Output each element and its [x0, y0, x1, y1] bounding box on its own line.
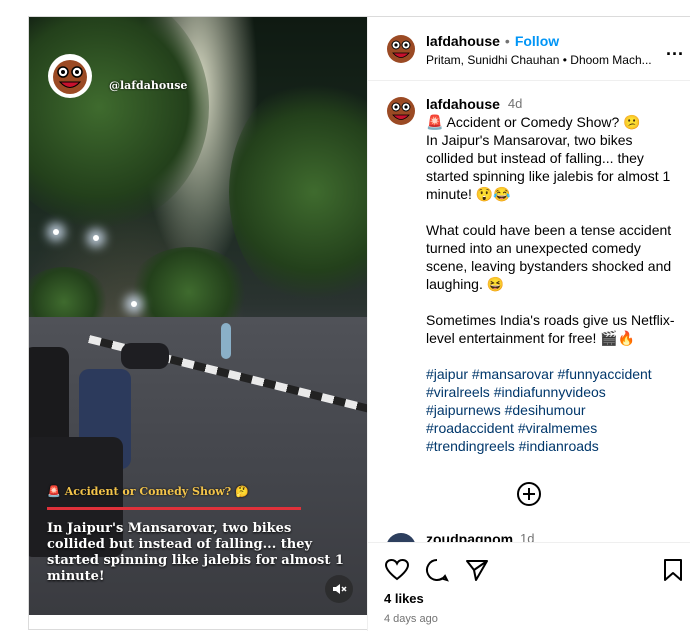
hashtag-link[interactable]: #indiafunnyvideos	[494, 384, 606, 400]
post-container: @lafdahouse 🚨 Accident or Comedy Show? 🤔…	[28, 16, 690, 631]
comment-icon[interactable]	[424, 557, 450, 583]
follow-button[interactable]: Follow	[515, 33, 559, 49]
hashtag-link[interactable]: #desihumour	[505, 402, 586, 418]
caption-header: lafdahouse 4d	[426, 95, 682, 113]
video-watermark: @lafdahouse	[109, 79, 188, 92]
caption-line-title: 🚨 Accident or Comedy Show? 😕	[426, 114, 641, 130]
tree-foliage	[29, 17, 209, 227]
reel-video[interactable]: @lafdahouse 🚨 Accident or Comedy Show? 🤔…	[29, 17, 367, 615]
video-caption-title: 🚨 Accident or Comedy Show? 🤔	[47, 485, 249, 498]
post-caption: lafdahouse 4d 🚨 Accident or Comedy Show?…	[426, 95, 682, 455]
separator-dot: •	[504, 33, 510, 49]
header-username[interactable]: lafdahouse	[426, 33, 500, 49]
avatar[interactable]	[384, 31, 418, 65]
hashtag-list: #jaipur #mansarovar #funnyaccident #vira…	[426, 365, 682, 455]
bookmark-icon[interactable]	[660, 557, 686, 583]
post-date[interactable]: 4 days ago	[384, 613, 438, 625]
hashtag-link[interactable]: #roadaccident	[426, 420, 514, 436]
hashtag-link[interactable]: #jaipurnews	[426, 402, 501, 418]
heart-icon[interactable]	[384, 557, 410, 583]
hashtag-link[interactable]: #trendingreels	[426, 438, 515, 454]
instagram-post-modal: @lafdahouse 🚨 Accident or Comedy Show? 🤔…	[0, 0, 690, 631]
caption-timestamp[interactable]: 4d	[508, 95, 522, 113]
hashtag-link[interactable]: #jaipur	[426, 366, 468, 382]
share-icon[interactable]	[464, 557, 490, 583]
more-options-button[interactable]: ...	[666, 39, 684, 60]
thinking-face-icon: 🤔	[235, 485, 249, 498]
post-actions: 4 likes 4 days ago	[368, 542, 690, 631]
hashtag-link[interactable]: #viralmemes	[518, 420, 597, 436]
mute-button[interactable]	[325, 575, 353, 603]
lafdahouse-logo-watermark	[48, 54, 92, 98]
street-light	[93, 235, 99, 241]
caption-paragraph: Sometimes India's roads give us Netflix-…	[426, 312, 675, 346]
caption-username[interactable]: lafdahouse	[426, 95, 500, 113]
caption-divider	[47, 507, 301, 510]
post-header: lafdahouse • Follow Pritam, Sunidhi Chau…	[368, 17, 690, 81]
tree-foliage	[229, 77, 367, 307]
hashtag-link[interactable]: #viralreels	[426, 384, 490, 400]
load-more-comments-icon[interactable]	[516, 481, 542, 507]
street-light	[131, 301, 137, 307]
speaker-muted-icon	[333, 584, 347, 594]
header-user-row: lafdahouse • Follow	[426, 33, 559, 49]
hashtag-link[interactable]: #funnyaccident	[558, 366, 652, 382]
caption-paragraph: In Jaipur's Mansarovar, two bikes collid…	[426, 132, 671, 202]
hashtag-link[interactable]: #indianroads	[519, 438, 599, 454]
avatar[interactable]	[384, 93, 418, 127]
like-count[interactable]: 4 likes	[384, 591, 424, 606]
video-caption-title-text: Accident or Comedy Show?	[64, 485, 232, 498]
bike-rider	[121, 343, 169, 369]
post-side-panel: lafdahouse • Follow Pritam, Sunidhi Chau…	[367, 17, 690, 631]
caption-paragraph: What could have been a tense accident tu…	[426, 222, 672, 292]
street-light	[53, 229, 59, 235]
pedestrian	[221, 323, 231, 359]
siren-icon: 🚨	[47, 485, 61, 498]
video-caption-body: In Jaipur's Mansarovar, two bikes collid…	[47, 521, 344, 584]
audio-track-link[interactable]: Pritam, Sunidhi Chauhan • Dhoom Mach...	[426, 53, 666, 67]
hashtag-link[interactable]: #mansarovar	[472, 366, 554, 382]
